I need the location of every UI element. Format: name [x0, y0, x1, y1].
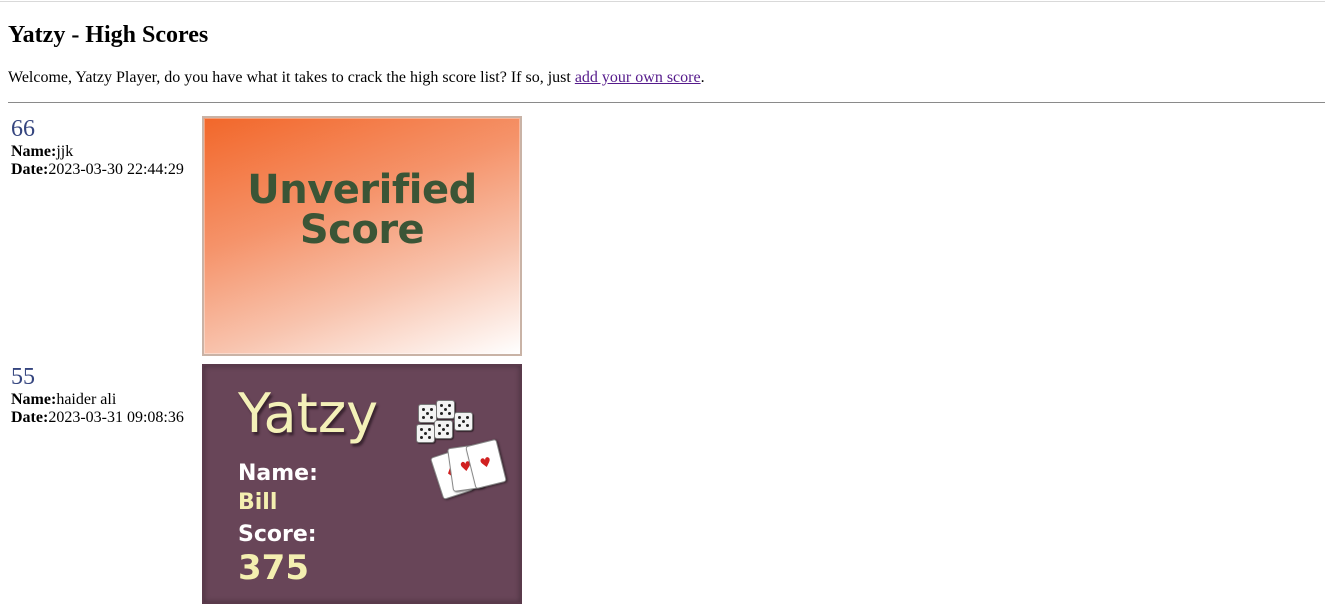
player-name: Name:haider ali	[11, 391, 116, 409]
page-title: Yatzy - High Scores	[8, 22, 209, 48]
card-score-value: 375	[238, 548, 309, 588]
name-value: haider ali	[56, 391, 117, 408]
unverified-score-card: Unverified Score	[202, 116, 522, 356]
card-name-label: Name:	[238, 461, 318, 486]
score-entry: 55 Name:haider ali Date:2023-03-31 09:08…	[11, 364, 522, 604]
name-label: Name:	[11, 391, 57, 408]
score-entry: 66 Name:jjk Date:2023-03-30 22:44:29 Unv…	[11, 116, 522, 356]
top-divider	[0, 1, 1325, 2]
add-score-link[interactable]: add your own score	[575, 69, 701, 86]
intro-end: .	[700, 69, 705, 86]
content-divider	[8, 102, 1325, 103]
score-value: 66	[11, 116, 35, 142]
score-date: Date:2023-03-30 22:44:29	[11, 161, 184, 179]
date-label: Date:	[11, 409, 49, 426]
unverified-line1: Unverified	[247, 167, 477, 213]
card-score-label: Score:	[238, 522, 317, 547]
yatzy-score-card: Yatzy ♦ ♥ ♥ Name: Bill Score: 375	[202, 364, 522, 604]
playing-cards-icon: ♦ ♥ ♥	[429, 438, 510, 502]
date-label: Date:	[11, 161, 49, 178]
player-name: Name:jjk	[11, 143, 73, 161]
name-label: Name:	[11, 143, 57, 160]
card-title: Yatzy	[238, 382, 379, 445]
intro-paragraph: Welcome, Yatzy Player, do you have what …	[8, 68, 705, 88]
unverified-line2: Score	[299, 207, 425, 253]
unverified-label: Unverified Score	[204, 170, 520, 250]
score-value: 55	[11, 364, 35, 390]
intro-text: Welcome, Yatzy Player, do you have what …	[8, 69, 575, 86]
card-name-value: Bill	[238, 490, 278, 515]
name-value: jjk	[56, 143, 74, 160]
date-value: 2023-03-31 09:08:36	[48, 409, 184, 426]
date-value: 2023-03-30 22:44:29	[48, 161, 184, 178]
score-date: Date:2023-03-31 09:08:36	[11, 409, 184, 427]
